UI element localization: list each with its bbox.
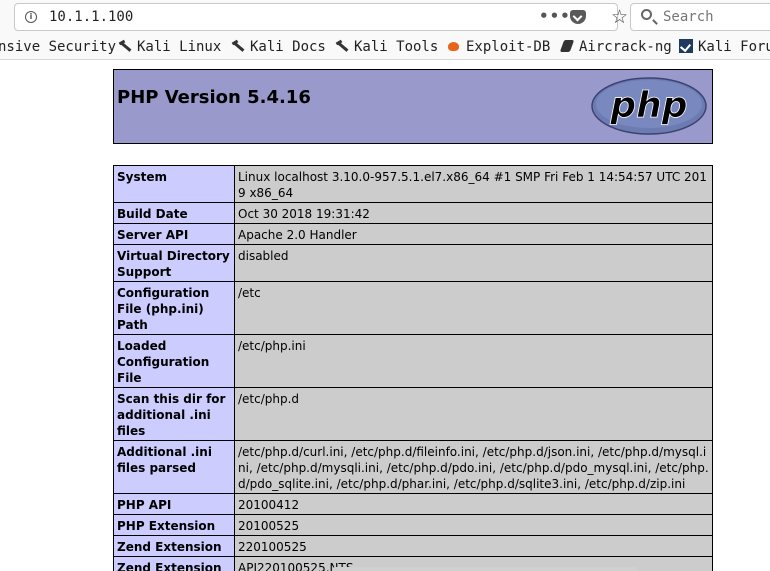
- kali-forums-icon: [679, 39, 693, 53]
- search-bar[interactable]: Search: [630, 3, 770, 31]
- info-value: /etc: [234, 281, 713, 335]
- info-row: Server API Apache 2.0 Handler: [113, 223, 713, 245]
- info-row: Additional .ini files parsed/etc/php.d/c…: [113, 440, 713, 494]
- info-row: Build Date Oct 30 2018 19:31:42: [113, 202, 713, 224]
- info-row: Loaded Configuration File/etc/php.ini: [113, 334, 713, 388]
- aircrack-icon: [560, 39, 574, 53]
- kali-dragon-icon: [118, 39, 132, 53]
- bookmark-kali-forums[interactable]: Kali Foru: [679, 39, 770, 55]
- more-actions-icon[interactable]: •••: [539, 7, 571, 25]
- bookmark-label: Kali Foru: [698, 39, 770, 55]
- info-value: 20100525: [234, 514, 713, 536]
- bookmark-exploit-db[interactable]: Exploit-DB: [447, 39, 550, 55]
- bookmark-kali-linux[interactable]: Kali Linux: [118, 39, 221, 55]
- php-logo[interactable]: php: [590, 75, 708, 135]
- search-input[interactable]: Search: [663, 9, 714, 25]
- kali-dragon-icon: [231, 39, 245, 53]
- info-key: Configuration File (php.ini) Path: [113, 281, 235, 335]
- bookmark-label: Kali Docs: [250, 39, 326, 55]
- info-key: System: [113, 165, 235, 203]
- info-row: PHP API 20100412: [113, 493, 713, 515]
- info-value: /etc/php.ini: [234, 334, 713, 388]
- info-row: System Linux localhost 3.10.0-957.5.1.el7…: [113, 165, 713, 203]
- bookmark-label: nsive Security: [0, 39, 117, 55]
- bookmark-offensive-security[interactable]: nsive Security: [0, 39, 116, 55]
- bookmark-aircrack-ng[interactable]: Aircrack-ng: [560, 39, 672, 55]
- search-icon: [641, 9, 652, 20]
- info-key: Build Date: [113, 202, 235, 224]
- exploit-db-icon: [447, 39, 461, 53]
- info-key: Virtual Directory Support: [113, 244, 235, 282]
- info-key: PHP Extension: [113, 514, 235, 536]
- info-key: PHP API: [113, 493, 235, 515]
- bookmark-label: Exploit-DB: [466, 39, 551, 55]
- info-value: 20100412: [234, 493, 713, 515]
- php-logo-text: php: [609, 85, 687, 126]
- info-key: Zend Extension Build: [113, 556, 235, 571]
- info-row: Configuration File (php.ini) Path/etc: [113, 281, 713, 335]
- info-row: Scan this dir for additional .ini files /…: [113, 387, 713, 441]
- browser-toolbar: i 10.1.1.100 ••• ☆ Search: [0, 0, 770, 36]
- info-key: Additional .ini files parsed: [113, 440, 235, 494]
- info-row: Zend Extension 220100525: [113, 535, 713, 557]
- info-value: disabled: [234, 244, 713, 282]
- info-icon[interactable]: i: [25, 11, 37, 23]
- info-row: Virtual Directory Support disabled: [113, 244, 713, 282]
- php-info-table: System Linux localhost 3.10.0-957.5.1.el7…: [113, 165, 713, 571]
- horizontal-scrollbar[interactable]: [333, 567, 637, 571]
- info-key: Zend Extension: [113, 535, 235, 557]
- url-bar[interactable]: i 10.1.1.100 ••• ☆: [14, 3, 628, 31]
- info-value: Oct 30 2018 19:31:42: [234, 202, 713, 224]
- info-value: 220100525: [234, 535, 713, 557]
- info-value: /etc/php.d/curl.ini, /etc/php.d/fileinfo…: [234, 440, 713, 494]
- kali-dragon-icon: [335, 39, 349, 53]
- bookmark-label: Aircrack-ng: [579, 39, 672, 55]
- pocket-icon[interactable]: [570, 10, 586, 24]
- info-key: Loaded Configuration File: [113, 334, 235, 388]
- bookmarks-toolbar: nsive Security Kali Linux Kali Docs Kali…: [0, 36, 770, 60]
- info-row: PHP Extension 20100525: [113, 514, 713, 536]
- bookmark-star-icon[interactable]: ☆: [611, 6, 628, 28]
- info-value: Apache 2.0 Handler: [234, 223, 713, 245]
- bookmark-label: Kali Linux: [137, 39, 222, 55]
- url-text[interactable]: 10.1.1.100: [49, 9, 133, 25]
- bookmark-kali-docs[interactable]: Kali Docs: [231, 39, 326, 55]
- info-value: /etc/php.d: [234, 387, 713, 441]
- page-title: PHP Version 5.4.16: [117, 87, 311, 108]
- page-content: PHP Version 5.4.16 php System Linux local…: [0, 60, 770, 571]
- php-version-header: PHP Version 5.4.16 php: [113, 69, 713, 144]
- info-key: Scan this dir for additional .ini files: [113, 387, 235, 441]
- bookmark-kali-tools[interactable]: Kali Tools: [335, 39, 438, 55]
- info-value: Linux localhost 3.10.0-957.5.1.el7.x86_6…: [234, 165, 713, 203]
- info-key: Server API: [113, 223, 235, 245]
- bookmark-label: Kali Tools: [354, 39, 439, 55]
